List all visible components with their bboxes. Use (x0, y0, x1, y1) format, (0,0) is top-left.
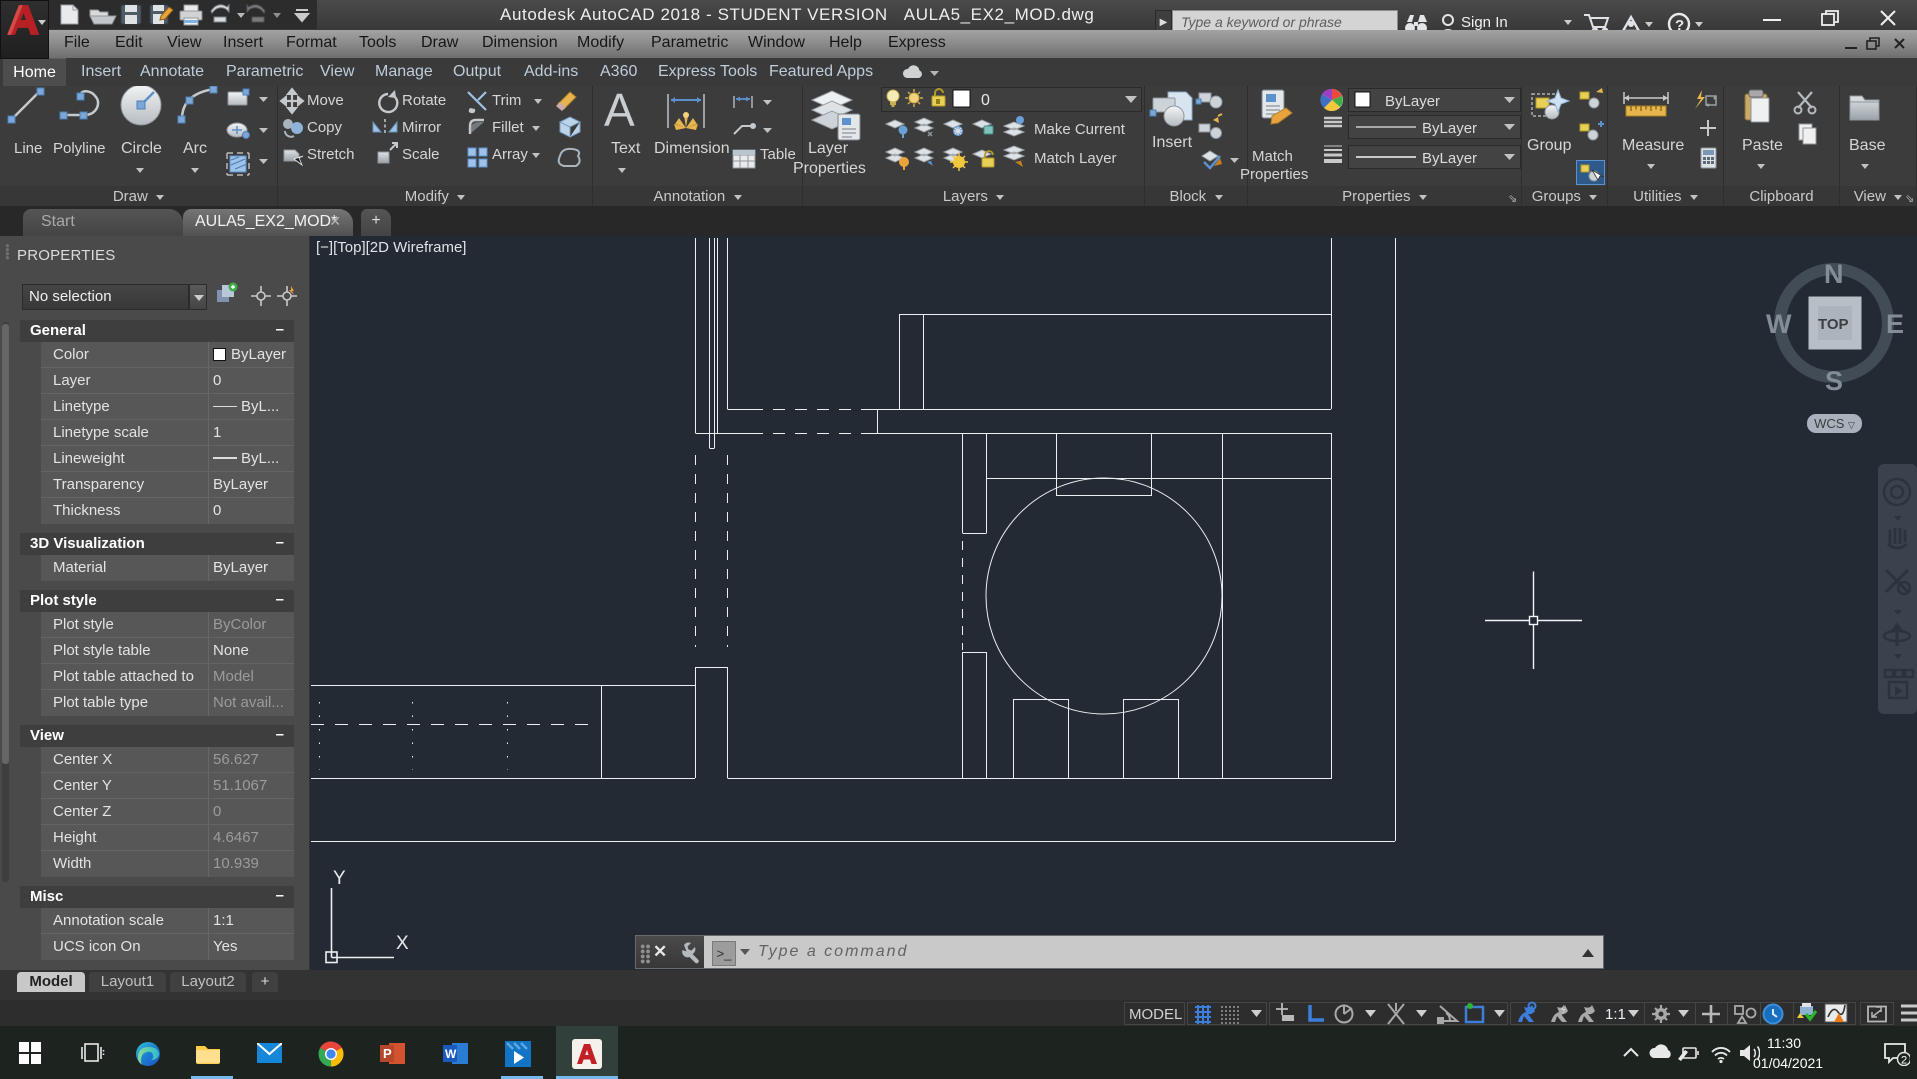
svg-text:0: 0 (981, 92, 990, 109)
svg-text:W: W (1766, 309, 1792, 339)
svg-text:1:1: 1:1 (1605, 1006, 1626, 1023)
svg-text:Y: Y (333, 868, 346, 889)
svg-text:ByLayer: ByLayer (1422, 120, 1477, 137)
svg-text:2: 2 (1901, 1055, 1907, 1067)
svg-text:A: A (604, 86, 635, 136)
svg-text:ByLayer: ByLayer (1422, 150, 1477, 167)
svg-text:MODEL: MODEL (1129, 1006, 1182, 1023)
svg-text:ByLayer: ByLayer (1385, 93, 1440, 110)
svg-text:X: X (396, 933, 409, 954)
svg-text:P: P (383, 1046, 392, 1061)
svg-text:E: E (1886, 309, 1904, 339)
svg-text:TOP: TOP (1818, 316, 1849, 333)
svg-text:S: S (1825, 366, 1843, 393)
svg-text:N: N (1824, 259, 1844, 289)
svg-text:W: W (445, 1047, 457, 1061)
